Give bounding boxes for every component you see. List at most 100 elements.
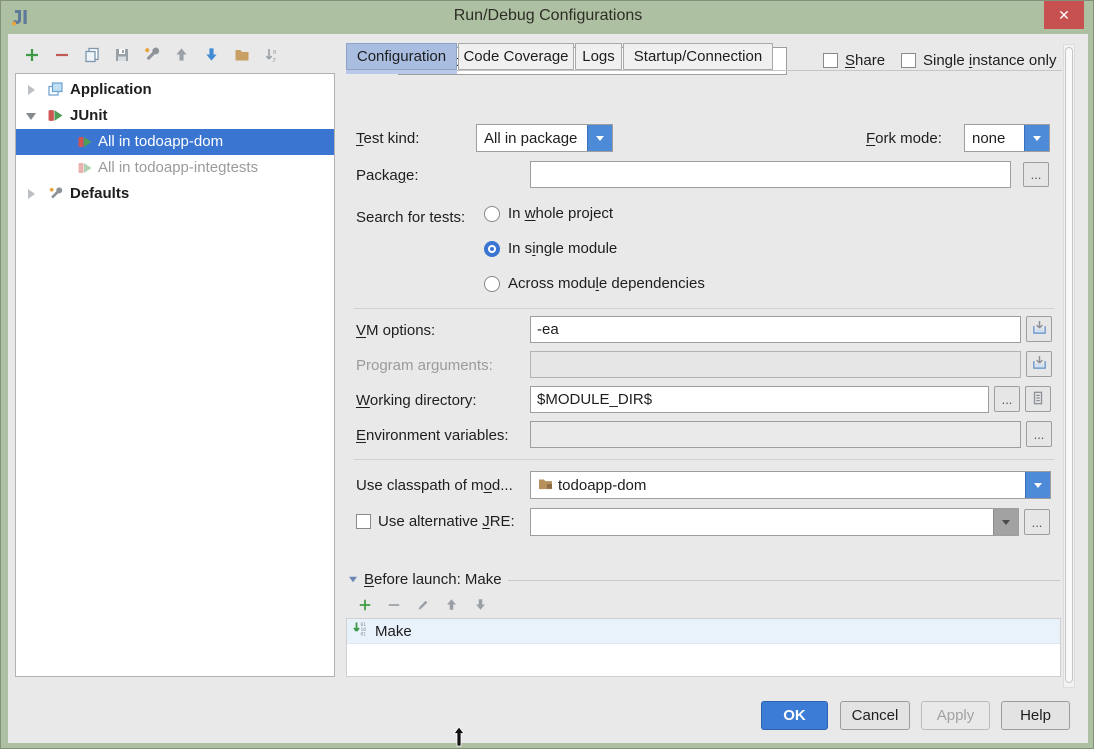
add-configuration-icon[interactable] [23, 46, 40, 63]
radio-icon [484, 276, 500, 292]
tree-item-label: Application [70, 81, 152, 98]
tree-item-defaults[interactable]: Defaults [16, 181, 334, 207]
radio-icon [484, 206, 500, 222]
edit-defaults-icon[interactable] [143, 46, 160, 63]
tab-label: Logs [582, 48, 615, 65]
configurations-toolbar: az [23, 46, 280, 63]
program-arguments-input [530, 351, 1021, 378]
junit-icon [48, 108, 63, 127]
working-directory-macros-button[interactable] [1025, 386, 1051, 412]
separator [354, 459, 1054, 460]
radio-in-whole-project[interactable]: In whole project [484, 205, 613, 222]
collapse-arrow-icon[interactable] [349, 577, 357, 583]
single-instance-checkbox-box [901, 53, 916, 68]
working-directory-label: Working directory: [356, 392, 477, 409]
classpath-combo[interactable]: todoapp-dom [530, 471, 1051, 499]
tree-item-application[interactable]: Application [16, 77, 334, 103]
ellipsis-icon: ... [1031, 167, 1042, 182]
chevron-down-icon[interactable] [993, 509, 1018, 535]
alternative-jre-browse-button[interactable]: ... [1024, 509, 1050, 535]
remove-configuration-icon[interactable] [53, 46, 70, 63]
expand-arrow-icon[interactable] [28, 189, 35, 199]
alternative-jre-checkbox[interactable]: Use alternative JRE: [356, 513, 515, 530]
module-icon [538, 476, 553, 494]
package-browse-button[interactable]: ... [1023, 162, 1049, 187]
copy-configuration-icon[interactable] [83, 46, 100, 63]
save-configuration-icon[interactable] [113, 46, 130, 63]
test-kind-label: Test kind: [356, 130, 419, 147]
radio-in-single-module[interactable]: In single module [484, 240, 617, 257]
tab-label: Code Coverage [463, 48, 568, 65]
edit-task-icon[interactable] [414, 596, 431, 613]
fork-mode-label: Fork mode: [866, 130, 942, 147]
make-compile-icon: 011001 [353, 621, 369, 641]
tree-item-all-in-todoapp-dom[interactable]: All in todoapp-dom [16, 129, 334, 155]
move-task-up-icon[interactable] [443, 596, 460, 613]
alternative-jre-combo[interactable] [530, 508, 1019, 536]
collapse-arrow-icon[interactable] [26, 113, 36, 120]
tab-logs[interactable]: Logs [575, 43, 622, 70]
test-kind-value: All in package [477, 130, 587, 147]
tree-item-junit[interactable]: JUnit [16, 103, 334, 129]
tab-code-coverage[interactable]: Code Coverage [458, 43, 574, 70]
fork-mode-combo[interactable]: none [964, 124, 1050, 152]
before-launch-item-make[interactable]: 011001 Make [347, 619, 1060, 644]
before-launch-list: 011001 Make [346, 618, 1061, 677]
radio-label: In whole project [508, 205, 613, 222]
tree-item-label: All in todoapp-dom [98, 133, 223, 150]
junit-icon [78, 161, 92, 179]
help-button[interactable]: Help [1001, 701, 1070, 730]
radio-selected-icon [484, 241, 500, 257]
tree-item-all-in-todoapp-integtests[interactable]: All in todoapp-integtests [16, 155, 334, 181]
program-arguments-expand-button[interactable] [1026, 351, 1052, 377]
remove-task-icon[interactable] [385, 596, 402, 613]
single-instance-checkbox[interactable]: Single instance only [901, 52, 1056, 69]
create-folder-icon[interactable] [233, 46, 250, 63]
ellipsis-icon: ... [1034, 427, 1045, 442]
selected-tab-strip [346, 70, 457, 74]
single-instance-label: Single instance only [923, 52, 1056, 69]
working-directory-browse-button[interactable]: ... [994, 386, 1020, 412]
chevron-down-icon[interactable] [1024, 125, 1049, 151]
move-up-icon[interactable] [173, 46, 190, 63]
dialog-title: Run/Debug Configurations [1, 7, 1094, 25]
cancel-button[interactable]: Cancel [840, 701, 910, 730]
move-task-down-icon[interactable] [472, 596, 489, 613]
before-launch-header[interactable]: Before launch: Make [348, 571, 1060, 588]
environment-variables-browse-button[interactable]: ... [1026, 421, 1052, 447]
vm-options-expand-button[interactable] [1026, 316, 1052, 342]
chevron-down-icon[interactable] [1025, 472, 1050, 498]
test-kind-combo[interactable]: All in package [476, 124, 613, 152]
vertical-scrollbar[interactable] [1063, 44, 1075, 688]
radio-label: Across module dependencies [508, 275, 705, 292]
move-down-icon[interactable] [203, 46, 220, 63]
svg-text:z: z [272, 56, 275, 63]
vm-options-input[interactable] [530, 316, 1021, 343]
configuration-panel: Name: Share Single instance only Configu… [346, 43, 1062, 693]
svg-text:01: 01 [361, 632, 367, 637]
package-input[interactable] [530, 161, 1011, 188]
titlebar: Run/Debug Configurations ✕ [1, 1, 1094, 34]
ok-button[interactable]: OK [761, 701, 828, 730]
share-checkbox-box [823, 53, 838, 68]
scrollbar-thumb[interactable] [1065, 47, 1073, 683]
sort-alphabetically-icon[interactable]: az [263, 46, 280, 63]
expand-arrow-icon[interactable] [28, 85, 35, 95]
tab-startup-connection[interactable]: Startup/Connection [623, 43, 773, 70]
tab-configuration[interactable]: Configuration [346, 43, 457, 70]
apply-button-label: Apply [937, 707, 975, 724]
radio-across-module-dependencies[interactable]: Across module dependencies [484, 275, 705, 292]
classpath-label: Use classpath of mod... [356, 477, 513, 494]
ellipsis-icon: ... [1002, 392, 1013, 407]
close-button[interactable]: ✕ [1044, 1, 1084, 29]
working-directory-input[interactable] [530, 386, 989, 413]
run-debug-configurations-dialog: Run/Debug Configurations ✕ [0, 0, 1094, 749]
tab-label: Startup/Connection [634, 48, 762, 65]
environment-variables-input[interactable] [530, 421, 1021, 448]
add-task-icon[interactable] [356, 596, 373, 613]
separator [354, 308, 1054, 309]
share-checkbox[interactable]: Share [823, 52, 885, 69]
tree-item-label: Defaults [70, 185, 129, 202]
search-for-tests-label: Search for tests: [356, 209, 465, 226]
chevron-down-icon[interactable] [587, 125, 612, 151]
